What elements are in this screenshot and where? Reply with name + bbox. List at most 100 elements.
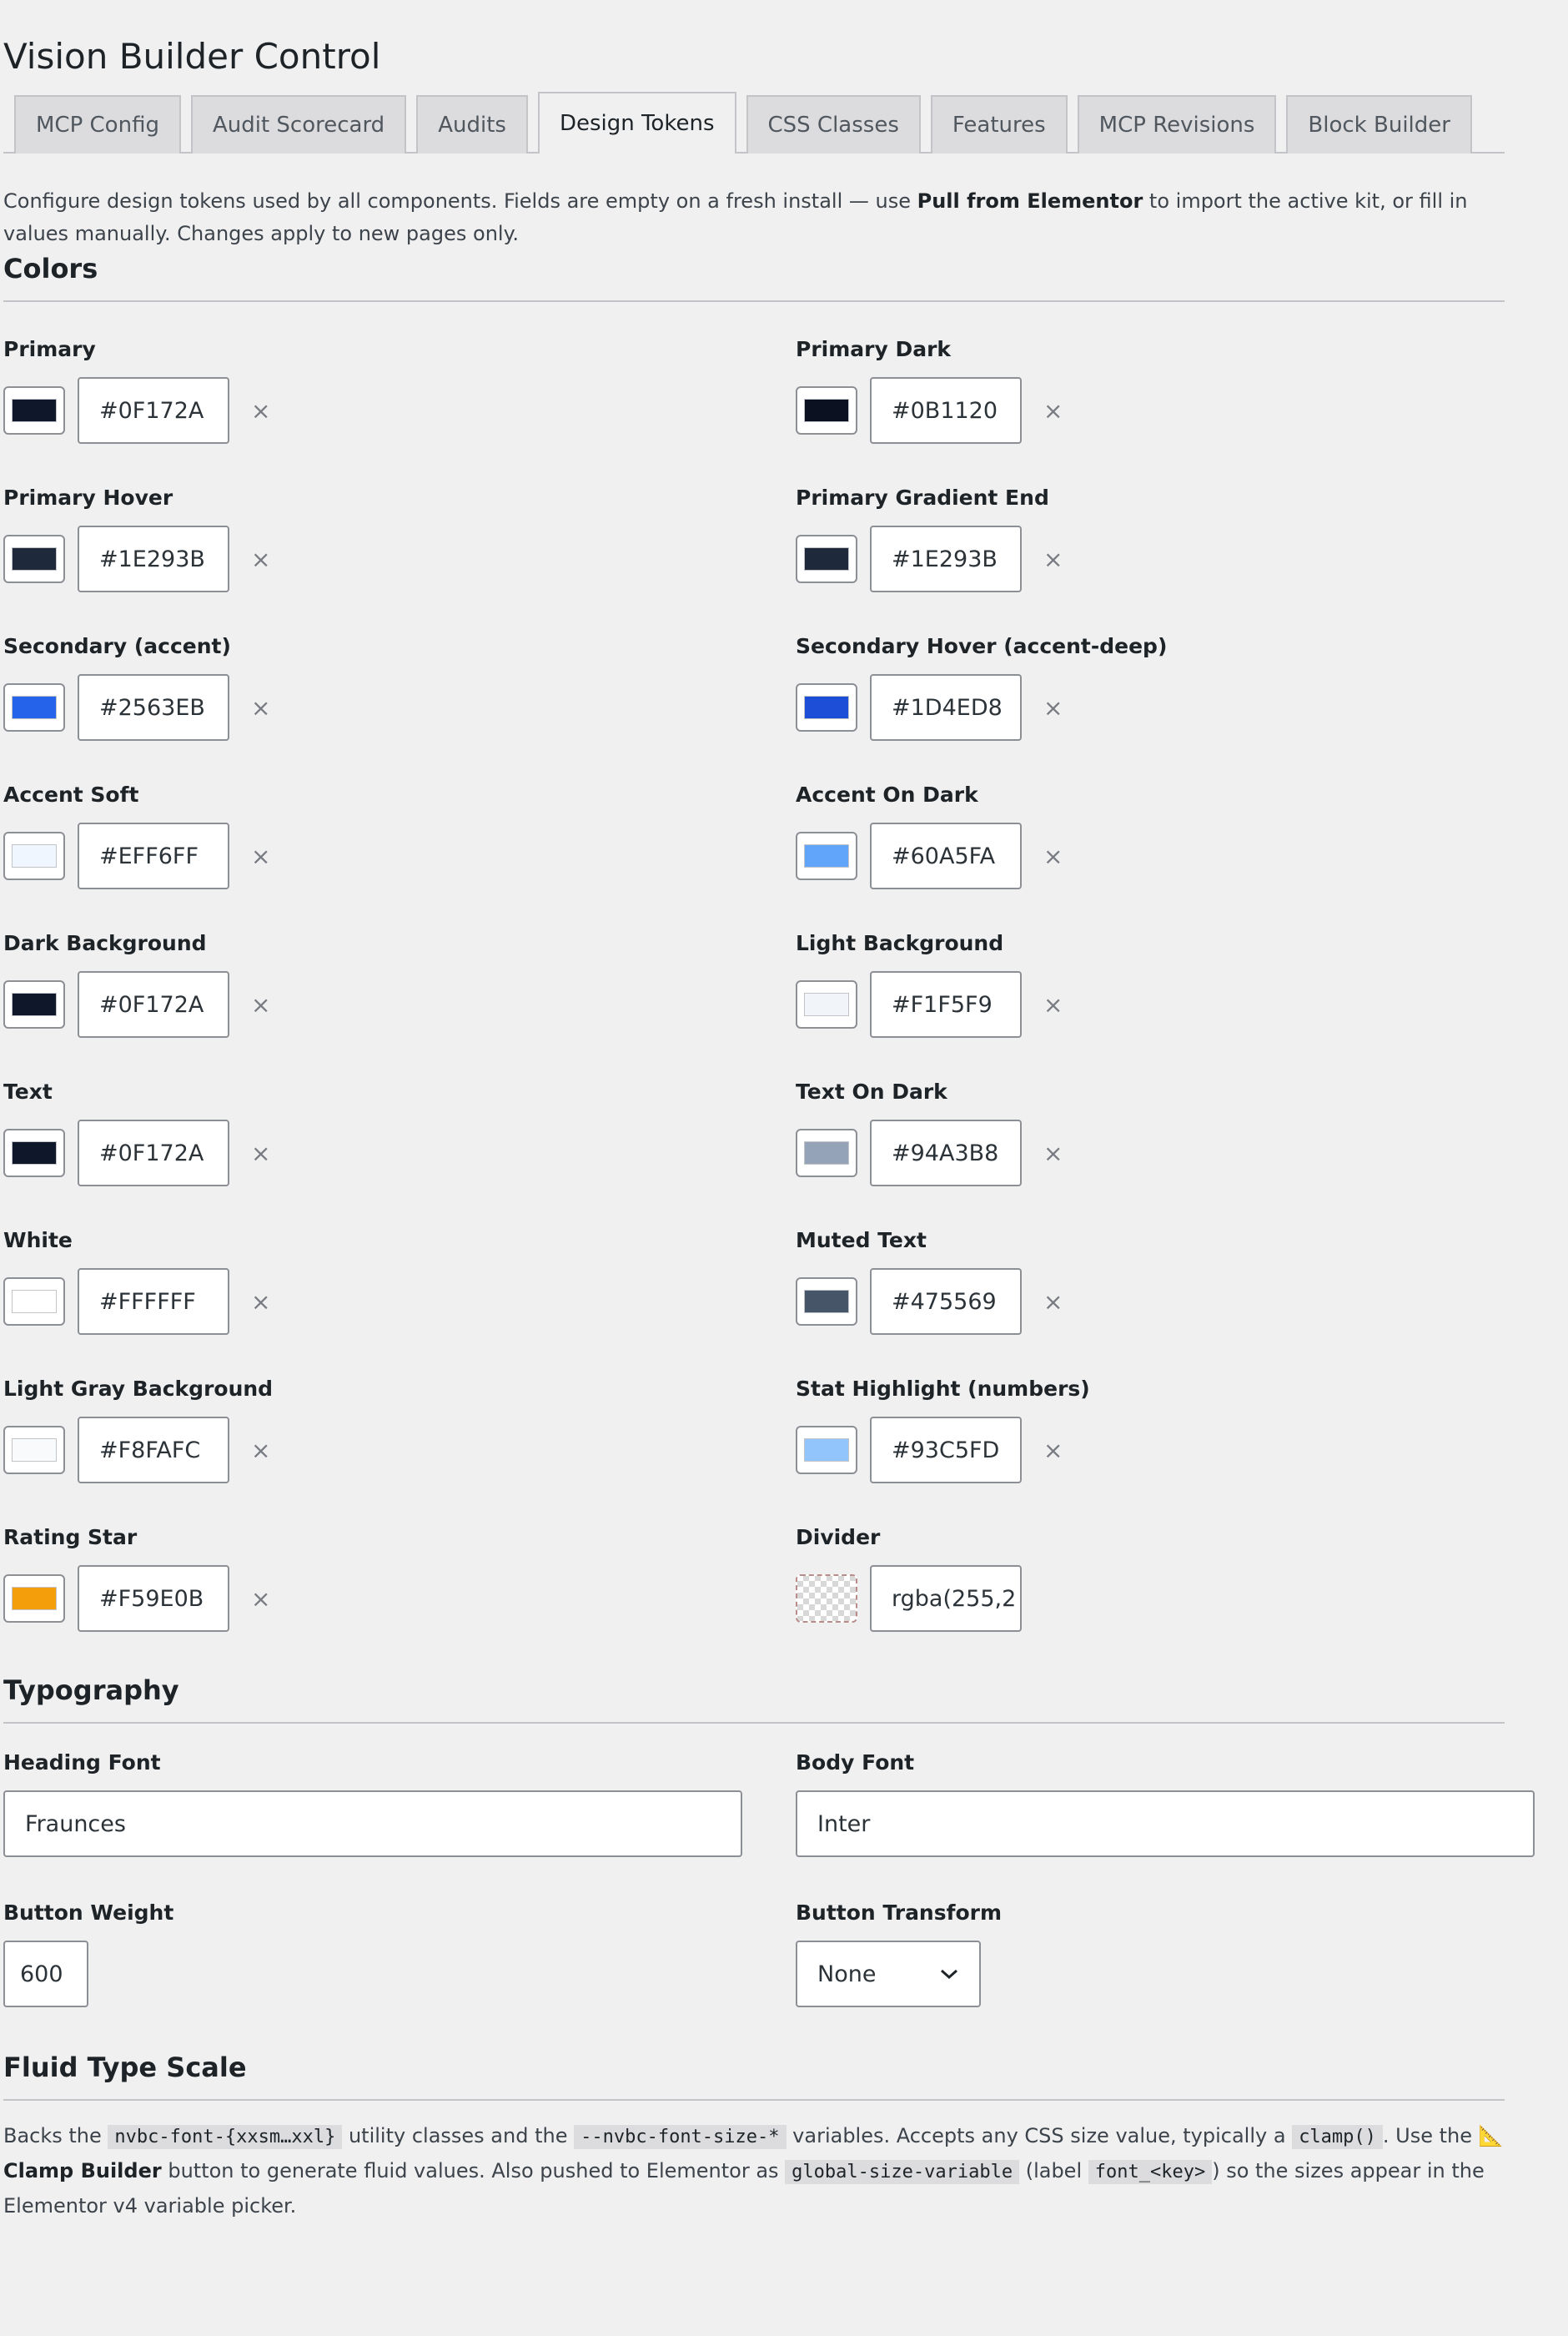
- color-swatch-button[interactable]: [3, 980, 65, 1029]
- page-title: Vision Builder Control: [3, 36, 381, 77]
- color-hex-input[interactable]: rgba(255,2: [870, 1565, 1022, 1632]
- color-field-primary-dark: Primary Dark #0B1120 ×: [796, 335, 1538, 484]
- color-swatch-button[interactable]: [3, 683, 65, 732]
- color-row: #F59E0B ×: [3, 1565, 796, 1632]
- fluid-text: . Use the: [1382, 2124, 1479, 2147]
- color-hex-input[interactable]: #93C5FD: [870, 1417, 1022, 1483]
- color-hex-input[interactable]: #2563EB: [78, 674, 229, 741]
- color-row: #EFF6FF ×: [3, 823, 796, 889]
- clear-icon[interactable]: ×: [251, 1140, 270, 1167]
- color-swatch-button[interactable]: [796, 386, 857, 435]
- color-hex-input[interactable]: #1D4ED8: [870, 674, 1022, 741]
- color-swatch-button[interactable]: [796, 1574, 857, 1623]
- color-swatch-button[interactable]: [3, 1277, 65, 1326]
- heading-font-input[interactable]: Fraunces: [3, 1790, 742, 1857]
- clear-icon[interactable]: ×: [1043, 694, 1063, 722]
- tab-css-classes[interactable]: CSS Classes: [746, 95, 921, 154]
- color-field-stat-highlight-numbers: Stat Highlight (numbers) #93C5FD ×: [796, 1375, 1538, 1523]
- color-field-label: Dark Background: [3, 931, 207, 955]
- color-swatch-button[interactable]: [796, 1129, 857, 1177]
- color-swatch-button[interactable]: [3, 535, 65, 583]
- color-row: #FFFFFF ×: [3, 1268, 796, 1335]
- color-swatch-fill: [797, 1576, 856, 1621]
- clear-icon[interactable]: ×: [1043, 843, 1063, 870]
- clear-icon[interactable]: ×: [251, 694, 270, 722]
- color-swatch-button[interactable]: [3, 386, 65, 435]
- color-row: #0F172A ×: [3, 377, 796, 444]
- color-hex-input[interactable]: #1E293B: [870, 526, 1022, 592]
- color-swatch-button[interactable]: [796, 980, 857, 1029]
- color-hex-input[interactable]: #F1F5F9: [870, 971, 1022, 1038]
- intro-text: Configure design tokens used by all comp…: [3, 185, 1471, 250]
- clear-icon[interactable]: ×: [251, 991, 270, 1019]
- color-swatch-button[interactable]: [3, 832, 65, 880]
- color-swatch-button[interactable]: [3, 1129, 65, 1177]
- color-hex-input[interactable]: #475569: [870, 1268, 1022, 1335]
- clear-icon[interactable]: ×: [251, 397, 270, 425]
- color-hex-input[interactable]: #EFF6FF: [78, 823, 229, 889]
- button-weight-field: Button Weight 600: [3, 1899, 796, 2049]
- color-row: #F1F5F9 ×: [796, 971, 1538, 1038]
- clear-icon[interactable]: ×: [1043, 546, 1063, 573]
- color-hex-input[interactable]: #0F172A: [78, 377, 229, 444]
- color-field-label: Light Background: [796, 931, 1004, 955]
- button-transform-select[interactable]: None: [796, 1941, 981, 2007]
- tab-block-builder[interactable]: Block Builder: [1286, 95, 1472, 154]
- color-field-white: White #FFFFFF ×: [3, 1226, 796, 1375]
- ruler-icon: 📐: [1478, 2124, 1504, 2147]
- intro-bold-text: Pull from Elementor: [917, 189, 1143, 213]
- color-row: rgba(255,2: [796, 1565, 1538, 1632]
- clear-icon[interactable]: ×: [251, 1288, 270, 1316]
- color-swatch-button[interactable]: [796, 683, 857, 732]
- clear-icon[interactable]: ×: [1043, 991, 1063, 1019]
- color-hex-input[interactable]: #0F172A: [78, 971, 229, 1038]
- clear-icon[interactable]: ×: [1043, 1437, 1063, 1464]
- color-swatch-button[interactable]: [3, 1574, 65, 1623]
- color-hex-input[interactable]: #1E293B: [78, 526, 229, 592]
- color-row: #F8FAFC ×: [3, 1417, 796, 1483]
- color-hex-input[interactable]: #FFFFFF: [78, 1268, 229, 1335]
- clear-icon[interactable]: ×: [251, 843, 270, 870]
- color-field-accent-on-dark: Accent On Dark #60A5FA ×: [796, 781, 1538, 929]
- color-field-label: Primary: [3, 337, 96, 361]
- tab-design-tokens[interactable]: Design Tokens: [537, 92, 736, 154]
- fluid-code: --nvbc-font-size-*: [574, 2125, 787, 2149]
- color-hex-input[interactable]: #0F172A: [78, 1120, 229, 1186]
- fluid-description: Backs the nvbc-font-{xxsm…xxl} utility c…: [3, 2119, 1505, 2223]
- color-hex-input[interactable]: #0B1120: [870, 377, 1022, 444]
- color-field-label: Secondary Hover (accent-deep): [796, 634, 1168, 658]
- color-hex-input[interactable]: #94A3B8: [870, 1120, 1022, 1186]
- tab-audit-scorecard[interactable]: Audit Scorecard: [190, 95, 407, 154]
- typography-heading: Typography: [3, 1672, 1505, 1724]
- color-row: #1E293B ×: [796, 526, 1538, 592]
- clear-icon[interactable]: ×: [251, 1437, 270, 1464]
- fluid-text: button to generate fluid values. Also pu…: [161, 2159, 786, 2182]
- color-swatch-fill: [804, 844, 849, 868]
- color-swatch-button[interactable]: [796, 535, 857, 583]
- color-swatch-fill: [12, 696, 57, 719]
- color-swatch-button[interactable]: [796, 832, 857, 880]
- button-weight-input[interactable]: 600: [3, 1941, 88, 2007]
- clear-icon[interactable]: ×: [251, 546, 270, 573]
- color-hex-input[interactable]: #60A5FA: [870, 823, 1022, 889]
- color-hex-input[interactable]: #F8FAFC: [78, 1417, 229, 1483]
- body-font-input[interactable]: Inter: [796, 1790, 1535, 1857]
- clear-icon[interactable]: ×: [1043, 1288, 1063, 1316]
- clear-icon[interactable]: ×: [1043, 1140, 1063, 1167]
- color-swatch-button[interactable]: [3, 1426, 65, 1474]
- tab-audits[interactable]: Audits: [416, 95, 528, 154]
- tab-mcp-revisions[interactable]: MCP Revisions: [1077, 95, 1277, 154]
- color-field-label: Primary Hover: [3, 486, 173, 510]
- tab-features[interactable]: Features: [930, 95, 1068, 154]
- color-field-label: Text On Dark: [796, 1080, 947, 1104]
- clear-icon[interactable]: ×: [1043, 397, 1063, 425]
- button-transform-label: Button Transform: [796, 1901, 1003, 1925]
- clear-icon[interactable]: ×: [251, 1585, 270, 1613]
- color-swatch-button[interactable]: [796, 1426, 857, 1474]
- color-swatch-fill: [804, 1290, 849, 1313]
- fluid-code: global-size-variable: [785, 2160, 1020, 2184]
- color-hex-input[interactable]: #F59E0B: [78, 1565, 229, 1632]
- tab-mcp-config[interactable]: MCP Config: [14, 95, 181, 154]
- color-swatch-button[interactable]: [796, 1277, 857, 1326]
- color-swatch-fill: [804, 399, 849, 422]
